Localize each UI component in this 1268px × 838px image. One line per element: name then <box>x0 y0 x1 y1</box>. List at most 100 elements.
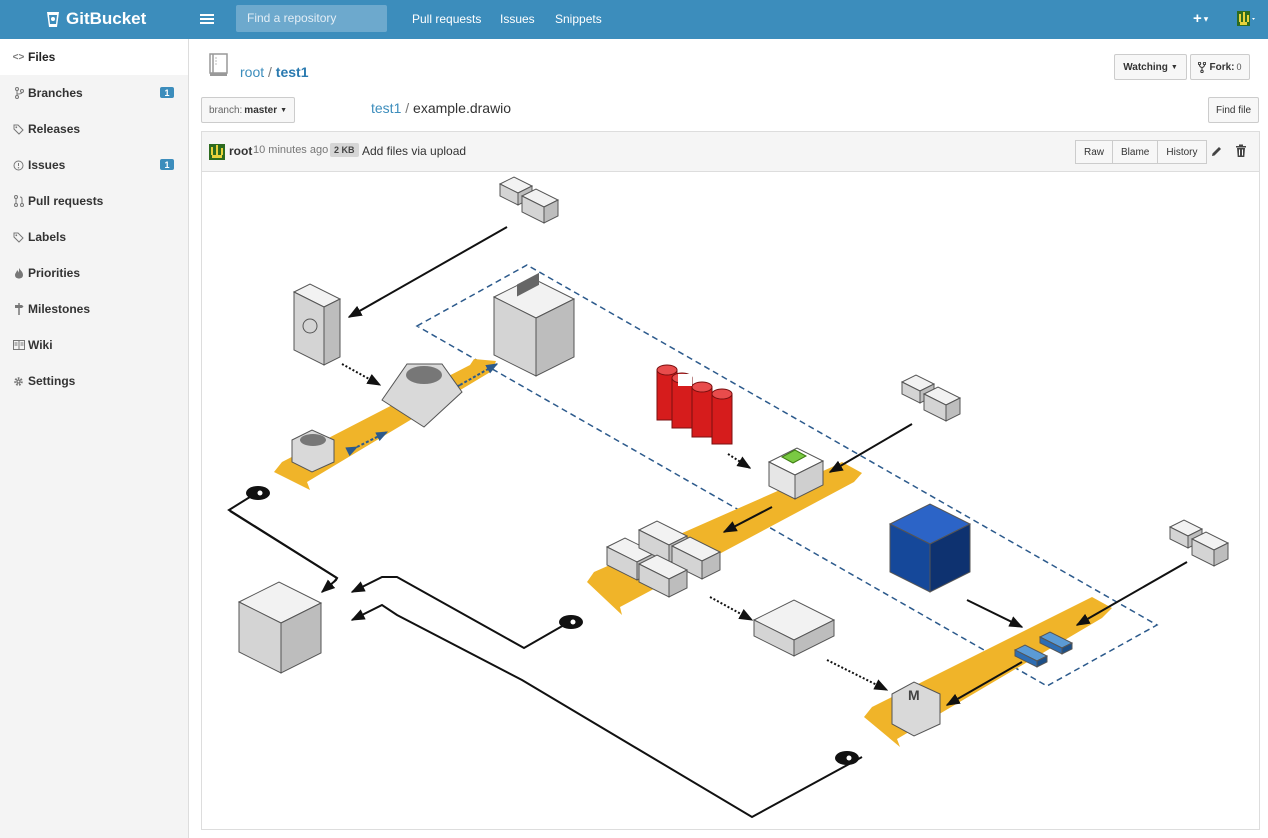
commit-time: 10 minutes ago <box>253 144 329 156</box>
sidebar-item-label: Issues <box>28 158 66 172</box>
blame-button[interactable]: Blame <box>1113 140 1159 164</box>
sidebar-item-branches[interactable]: Branches 1 <box>0 75 188 111</box>
svg-text:M: M <box>908 687 920 703</box>
fork-icon <box>1198 61 1207 73</box>
connector <box>229 510 338 579</box>
nav-snippets[interactable]: Snippets <box>555 12 602 26</box>
repo-sidebar: <> Files Branches 1 Releases Issues 1 Pu… <box>0 39 189 838</box>
file-viewer: root 10 minutes ago 2 KB Add files via u… <box>201 131 1260 830</box>
sidebar-item-releases[interactable]: Releases <box>0 111 188 147</box>
sidebar-item-files[interactable]: <> Files <box>0 39 188 75</box>
repository-icon <box>209 53 228 76</box>
breadcrumb-file: example.drawio <box>413 100 512 116</box>
connector <box>828 423 913 473</box>
branch-icon <box>12 87 25 100</box>
user-avatar-menu[interactable] <box>1237 11 1259 27</box>
sidebar-item-label: Milestones <box>28 302 91 316</box>
breadcrumb-separator: / <box>405 100 410 116</box>
user-shape <box>922 386 962 422</box>
avatar <box>209 144 225 160</box>
commit-message[interactable]: Add files via upload <box>362 144 466 158</box>
branch-count-badge: 1 <box>160 87 174 98</box>
switch-icon <box>752 599 836 657</box>
connector <box>350 576 572 650</box>
flame-icon <box>12 267 25 280</box>
junction-dot-hole <box>570 619 576 625</box>
file-size-badge: 2 KB <box>330 143 359 157</box>
repo-owner-link[interactable]: root <box>240 64 264 80</box>
commit-author[interactable]: root <box>229 144 252 158</box>
pencil-icon[interactable] <box>1210 145 1223 158</box>
avatar <box>1237 11 1255 26</box>
sidebar-item-labels[interactable]: Labels <box>0 219 188 255</box>
gear-icon <box>12 375 25 388</box>
brand[interactable]: GitBucket <box>0 0 188 39</box>
nav-issues[interactable]: Issues <box>500 12 535 26</box>
trash-icon[interactable] <box>1235 144 1247 158</box>
path-separator: / <box>268 64 272 80</box>
branch-selector[interactable]: branch: master ▼ <box>201 97 295 123</box>
connector <box>709 596 754 621</box>
connector <box>1075 561 1188 626</box>
caret-down-icon: ▾ <box>1201 14 1209 24</box>
file-action-group: Raw Blame History <box>1075 140 1207 164</box>
drawio-diagram: M <box>227 176 1230 819</box>
tag-icon <box>12 123 25 136</box>
history-button[interactable]: History <box>1158 140 1207 164</box>
sidebar-item-pull-requests[interactable]: Pull requests <box>0 183 188 219</box>
sidebar-item-label: Priorities <box>28 266 81 280</box>
sidebar-item-label: Files <box>28 50 56 64</box>
breadcrumb-repo-link[interactable]: test1 <box>371 100 401 116</box>
raw-button[interactable]: Raw <box>1075 140 1114 164</box>
find-file-button[interactable]: Find file <box>1208 97 1259 123</box>
junction-dot-hole <box>257 490 263 496</box>
gitbucket-logo-icon <box>47 12 59 27</box>
connector <box>727 453 752 469</box>
connector <box>347 226 508 318</box>
nav-pull-requests[interactable]: Pull requests <box>412 12 481 26</box>
caret-down-icon: ▼ <box>280 106 288 114</box>
search-input[interactable] <box>236 5 387 32</box>
caret-down-icon: ▼ <box>1170 63 1178 71</box>
fork-button[interactable]: Fork: 0 <box>1190 54 1250 80</box>
sidebar-item-wiki[interactable]: Wiki <box>0 327 188 363</box>
milestone-icon <box>12 303 25 316</box>
commit-header: root 10 minutes ago 2 KB Add files via u… <box>202 132 1259 172</box>
repo-title: root / test1 <box>240 64 308 80</box>
user-shape <box>1190 531 1230 567</box>
fork-count: 0 <box>1236 62 1242 72</box>
breadcrumb: test1 / example.drawio <box>371 100 511 116</box>
sidebar-item-label: Settings <box>28 374 76 388</box>
sidebar-item-priorities[interactable]: Priorities <box>0 255 188 291</box>
tag-icon <box>12 231 25 244</box>
navy-database-icon <box>888 503 972 593</box>
code-icon: <> <box>12 51 25 63</box>
fork-label: Fork: <box>1209 61 1235 73</box>
building-icon <box>492 277 576 377</box>
issue-count-badge: 1 <box>160 159 174 170</box>
sidebar-item-issues[interactable]: Issues 1 <box>0 147 188 183</box>
sidebar-item-label: Releases <box>28 122 81 136</box>
connector <box>966 599 1024 628</box>
create-new-menu[interactable]: + ▾ <box>1193 10 1208 27</box>
hamburger-menu-icon[interactable] <box>200 12 214 26</box>
watch-button[interactable]: Watching ▼ <box>1114 54 1187 80</box>
connector <box>341 363 382 386</box>
sidebar-item-milestones[interactable]: Milestones <box>0 291 188 327</box>
brand-name: GitBucket <box>66 9 147 28</box>
user-shape <box>520 188 560 224</box>
pull-request-icon <box>12 195 25 208</box>
branch-prefix: branch: <box>208 104 243 116</box>
connector <box>826 659 889 691</box>
database-cluster-icon <box>656 364 733 445</box>
sidebar-item-settings[interactable]: Settings <box>0 363 188 399</box>
book-icon <box>12 339 25 352</box>
storage-building-icon <box>237 581 323 674</box>
issue-icon <box>12 159 25 172</box>
sidebar-item-label: Pull requests <box>28 194 104 208</box>
watch-button-label: Watching <box>1123 61 1168 73</box>
repo-name-link[interactable]: test1 <box>276 64 309 80</box>
sidebar-item-label: Branches <box>28 86 83 100</box>
sidebar-item-label: Wiki <box>28 338 53 352</box>
branch-name: master <box>244 104 278 116</box>
